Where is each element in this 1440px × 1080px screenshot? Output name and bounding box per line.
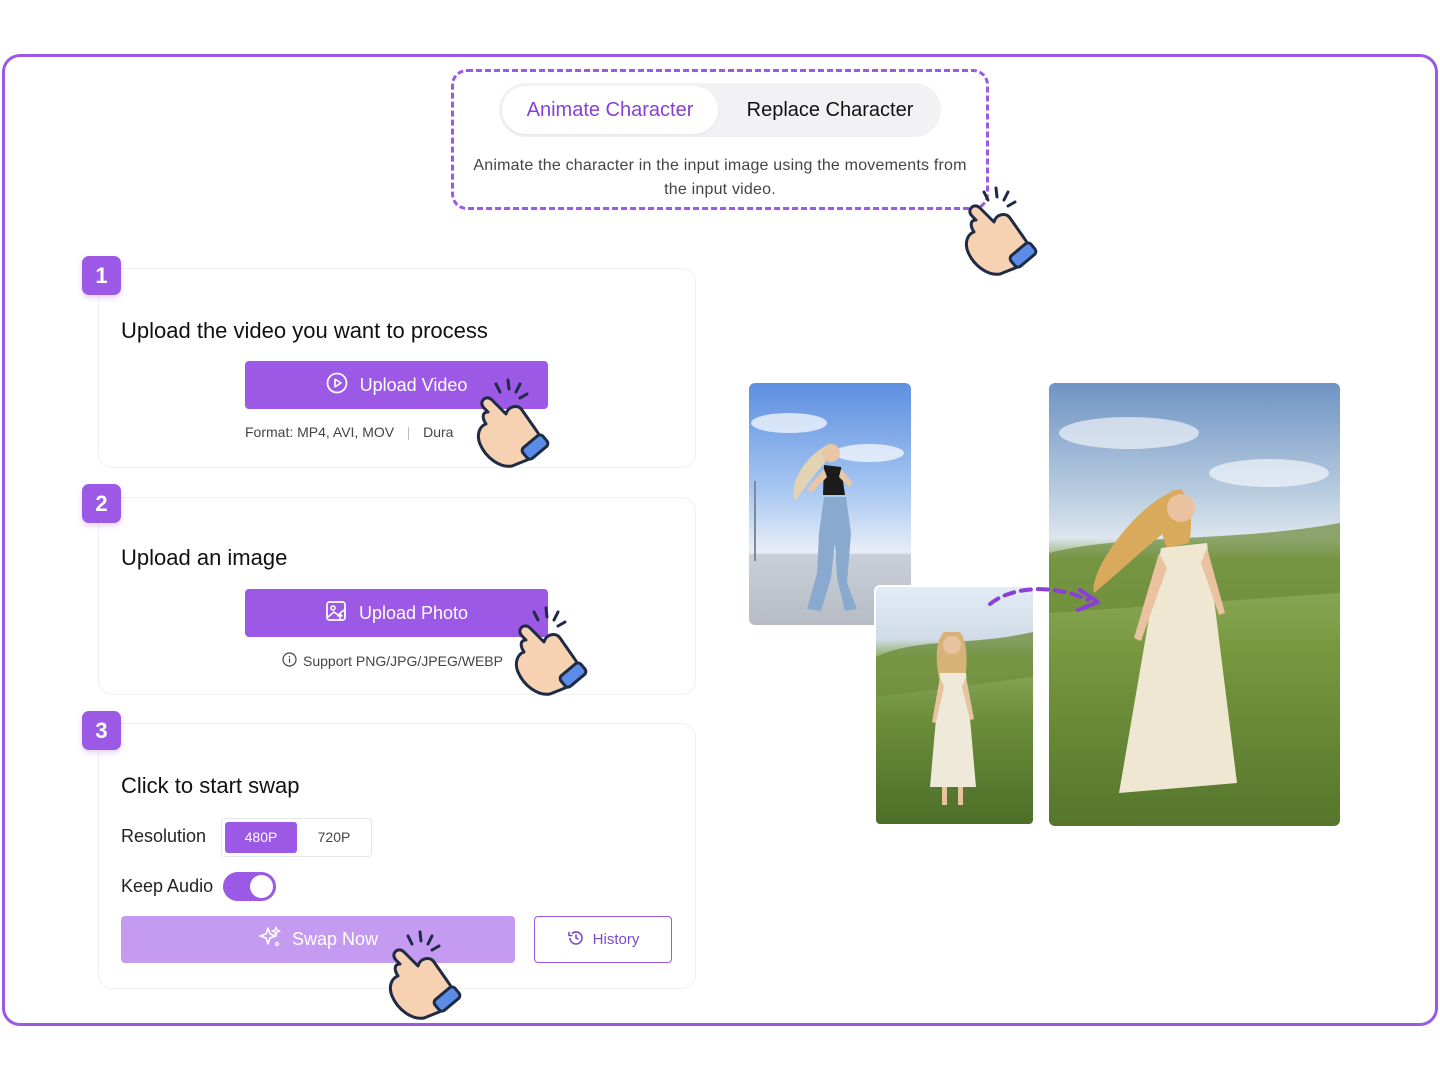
pointing-hand-icon [964,186,1038,276]
transform-arrow-icon [988,587,1100,612]
keep-audio-label: Keep Audio [121,876,214,896]
step-3-title: Click to start swap [121,773,300,798]
sparkle-icon [258,925,282,954]
play-circle-icon [326,372,348,399]
mode-description: Animate the character in the input image… [473,157,967,198]
hint-divider [408,426,410,440]
toggle-knob [250,875,273,898]
upload-video-label: Upload Video [359,374,468,395]
source-photo-image [874,585,1035,826]
tab-animate-character[interactable]: Animate Character [502,86,718,134]
history-button[interactable]: History [534,916,672,963]
upload-photo-label: Upload Photo [358,602,469,623]
photo-format-hint: Support PNG/JPG/JPEG/WEBP [282,652,503,670]
resolution-720p-option[interactable]: 720P [298,822,370,853]
step-2-badge: 2 [82,484,121,523]
mode-tab-bar: Animate Character Replace Character [499,83,941,137]
pointing-hand-icon [388,930,462,1020]
step-3-badge: 3 [82,711,121,750]
history-label: History [592,931,640,948]
keep-audio-toggle[interactable] [223,872,276,901]
step-2-title: Upload an image [121,545,288,570]
upload-photo-button[interactable]: Upload Photo [245,589,548,637]
resolution-selector: 480P 720P [221,818,372,857]
woman-in-dress-figure [876,632,1033,805]
video-format-text: Format: MP4, AVI, MOV [245,424,395,440]
step-1-badge: 1 [82,256,121,295]
history-icon [567,929,585,951]
pointing-hand-icon [514,606,588,696]
image-upload-icon [325,600,347,627]
pointing-hand-icon [476,378,550,468]
step-1-title: Upload the video you want to process [121,318,488,343]
photo-format-text: Support PNG/JPG/JPEG/WEBP [303,653,503,669]
swap-now-label: Swap Now [291,929,379,949]
video-format-hint: Format: MP4, AVI, MOV Dura [245,424,453,440]
tab-replace-character[interactable]: Replace Character [721,86,939,134]
video-duration-text: Dura [423,424,454,440]
info-icon [282,652,297,670]
resolution-label: Resolution [121,826,207,846]
resolution-480p-option[interactable]: 480P [225,822,297,853]
